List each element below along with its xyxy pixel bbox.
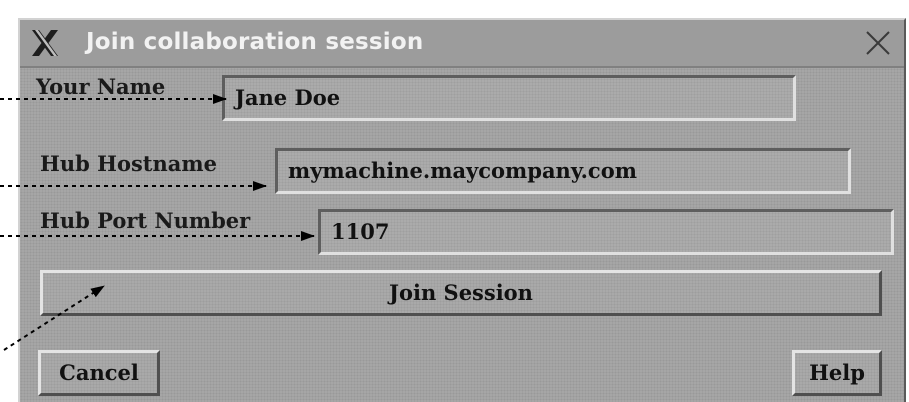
your-name-field[interactable]: Jane Doe <box>222 75 796 121</box>
hub-hostname-label: Hub Hostname <box>40 151 217 176</box>
your-name-label: Your Name <box>36 74 166 99</box>
title-bar[interactable]: Join collaboration session <box>20 20 904 68</box>
close-icon[interactable] <box>864 29 892 57</box>
join-session-dialog: Join collaboration session Your Name Jan… <box>18 18 906 402</box>
hub-port-field[interactable]: 1107 <box>318 209 894 255</box>
join-session-button[interactable]: Join Session <box>40 270 882 316</box>
help-button[interactable]: Help <box>792 350 882 396</box>
x-window-logo-icon <box>32 30 58 56</box>
window-title: Join collaboration session <box>86 29 424 55</box>
cancel-button[interactable]: Cancel <box>38 350 160 396</box>
hub-port-label: Hub Port Number <box>40 208 251 233</box>
hub-hostname-field[interactable]: mymachine.maycompany.com <box>275 148 851 194</box>
